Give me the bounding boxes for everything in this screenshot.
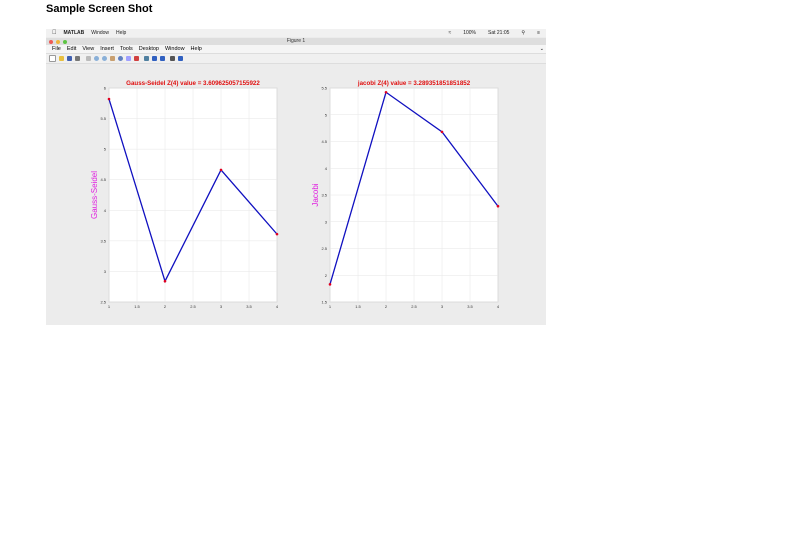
menu-edit[interactable]: Edit [67,46,76,52]
show-plot-tools-icon[interactable] [178,56,183,61]
chart2-x-tick-label: 4 [497,304,500,309]
figure-toolbar [46,54,546,64]
chart1-x-tick-label: 2.5 [190,304,196,309]
screenshot:  MATLAB Window Help ≈ 100% Sat 21:05 ⚲ … [46,29,546,325]
brush-icon[interactable] [134,56,139,61]
window-title: Figure 1 [286,38,306,44]
chart1-y-tick-label: 6 [104,86,107,91]
chart1-data-point [163,279,167,283]
chart2-data-point [328,283,332,286]
chart1-x-tick-label: 3.5 [246,304,252,309]
chart1-y-tick-label: 3.5 [100,238,106,243]
chart2-y-tick-label: 4 [325,166,328,171]
zoom-out-icon[interactable] [102,56,107,61]
battery-status: 100% [463,30,476,36]
chart1-data-point [107,97,111,101]
menu-desktop[interactable]: Desktop [139,46,159,52]
mac-menu-window[interactable]: Window [91,30,109,36]
chart2-data-point [496,204,500,208]
legend-icon[interactable] [160,56,165,61]
minimize-window-button[interactable] [56,40,60,44]
chart2-x-tick-label: 1 [329,304,332,309]
chart1-x-tick-label: 1.5 [134,304,140,309]
chart1-y-tick-label: 4 [104,208,107,213]
chart2-y-axis-label: Jacobi [311,183,320,206]
dock-chevron-icon[interactable]: ⌄ [540,46,544,52]
chart2-y-tick-label: 2 [325,273,328,278]
menu-window[interactable]: Window [165,46,185,52]
mac-menu-help[interactable]: Help [116,30,126,36]
chart1-title: Gauss-Seidel Z(4) value = 3.609625057155… [126,80,260,87]
list-icon[interactable]: ≡ [537,30,540,36]
save-icon[interactable] [67,56,72,61]
clock: Sat 21:05 [488,30,510,36]
chart2-y-tick-label: 5.5 [321,86,327,91]
chart1-x-tick-label: 1 [108,304,111,309]
chart2-title: jacobi Z(4) value = 3.289351851851852 [357,80,471,87]
chart1-y-tick-label: 5 [104,147,107,152]
chart2-x-tick-label: 1.5 [355,304,361,309]
link-icon[interactable] [144,56,149,61]
menu-file[interactable]: File [52,46,61,52]
chart1-x-tick-label: 3 [220,304,223,309]
mac-menubar:  MATLAB Window Help ≈ 100% Sat 21:05 ⚲ … [46,29,546,37]
chart2-y-tick-label: 2.5 [321,246,327,251]
figure-menubar: File Edit View Insert Tools Desktop Wind… [46,45,546,54]
close-window-button[interactable] [49,40,53,44]
chart1-y-tick-label: 3 [104,269,107,274]
colorbar-icon[interactable] [152,56,157,61]
chart2-y-tick-label: 4.5 [321,139,327,144]
plots-svg: 1 1.5 2 2.5 3 3.5 42.533.544.555.56Gauss-Seide… [90,80,500,309]
chart2-y-tick-label: 5 [325,112,328,117]
figure-canvas: 1 1.5 2 2.5 3 3.5 4 2.5 3 3.5 4 4.5 5 5.5 6 Gauss-Seide… [46,64,546,325]
menu-tools[interactable]: Tools [120,46,133,52]
chart2-x-tick-label: 3 [441,304,444,309]
print-icon[interactable] [75,56,80,61]
open-icon[interactable] [59,56,64,61]
maximize-window-button[interactable] [63,40,67,44]
chart1-y-tick-label: 5.5 [100,116,106,121]
chart2-x-tick-label: 2 [385,304,388,309]
wifi-icon[interactable]: ≈ [448,30,451,36]
chart2-data-point [440,130,444,134]
hide-plot-tools-icon[interactable] [170,56,175,61]
chart1-x-tick-label: 2 [164,304,167,309]
chart2-y-tick-label: 3.5 [321,193,327,198]
chart1-y-tick-label: 4.5 [100,177,106,182]
pointer-icon[interactable] [86,56,91,61]
chart1-x-tick-label: 4 [276,304,279,309]
new-file-icon[interactable] [49,55,56,62]
mac-menu-matlab[interactable]: MATLAB [64,30,85,36]
chart2-x-tick-label: 3.5 [467,304,473,309]
chart1-y-axis-label: Gauss-Seidel [90,171,99,219]
chart1-data-point [275,232,279,236]
pan-icon[interactable] [110,56,115,61]
chart2-x-tick-label: 2.5 [411,304,417,309]
menu-insert[interactable]: Insert [100,46,114,52]
chart2-y-tick-label: 1.5 [321,300,327,305]
chart2-data-point [384,90,388,94]
chart2-y-tick-label: 3 [325,219,328,224]
apple-icon[interactable]:  [52,30,57,36]
caption: Sample Screen Shot [46,3,153,15]
zoom-in-icon[interactable] [94,56,99,61]
search-icon[interactable]: ⚲ [521,30,525,36]
menu-help[interactable]: Help [191,46,202,52]
menu-view[interactable]: View [82,46,94,52]
data-cursor-icon[interactable] [126,56,131,61]
window-titlebar: Figure 1 [46,38,546,45]
chart1-data-point [219,168,223,172]
rotate-icon[interactable] [118,56,123,61]
chart1-y-tick-label: 2.5 [100,300,106,305]
